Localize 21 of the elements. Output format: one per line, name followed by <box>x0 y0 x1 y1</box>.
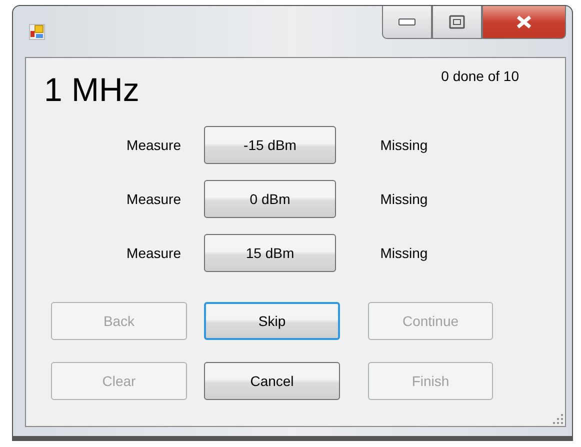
maximize-button[interactable] <box>432 6 482 39</box>
measure-label: Measure <box>126 191 181 207</box>
action-button[interactable]: Skip <box>204 302 340 340</box>
minimize-button[interactable] <box>382 6 432 39</box>
minimize-icon <box>398 18 416 26</box>
level-button[interactable]: -15 dBm <box>204 126 336 164</box>
status-text: Missing <box>379 137 429 153</box>
progress-text: 0 done of 10 <box>441 68 519 86</box>
measure-label: Measure <box>126 245 181 261</box>
restore-icon <box>449 15 465 29</box>
close-icon <box>516 15 532 29</box>
status-text: Missing <box>379 191 429 207</box>
status-text: Missing <box>379 245 429 261</box>
level-button[interactable]: 15 dBm <box>204 234 336 272</box>
close-button[interactable] <box>482 6 566 39</box>
action-button[interactable]: Cancel <box>204 362 340 400</box>
app-icon <box>29 24 45 40</box>
resize-grip-icon <box>553 414 563 424</box>
frequency-label: 1 MHz <box>44 71 140 109</box>
measure-label: Measure <box>126 137 181 153</box>
level-button[interactable]: 0 dBm <box>204 180 336 218</box>
